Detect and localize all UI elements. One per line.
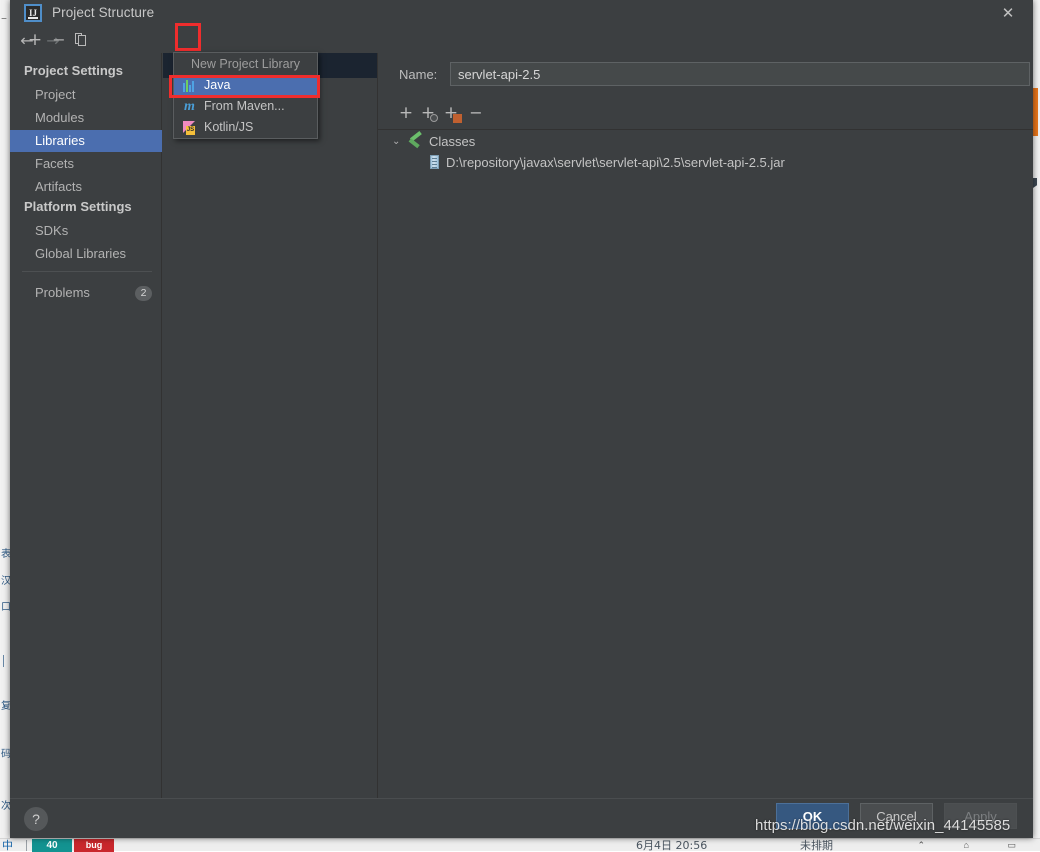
windows-taskbar: 中 40 bug 6月4日 20:56 未排期 ⌃ ⌂ ▭ (0, 838, 1040, 851)
taskbar-count-badge: 40 (32, 839, 72, 852)
sidebar-item-facets[interactable]: Facets (10, 153, 162, 175)
sidebar-item-sdks[interactable]: SDKs (10, 220, 162, 242)
dialog-button-bar: ? OK Cancel Apply https://blog.csdn.net/… (10, 798, 1033, 838)
add-path-button[interactable]: + (394, 101, 418, 125)
taskbar-bug-badge: bug (74, 839, 114, 852)
dialog-titlebar: IJ Project Structure ✕ (10, 0, 1033, 28)
library-detail-pane: Name: + + + − ⌄ Classes D:\reposito (378, 53, 1033, 798)
sidebar-item-artifacts[interactable]: Artifacts (10, 176, 162, 198)
libraries-list-panel[interactable] (163, 53, 377, 798)
intellij-logo-icon: IJ (24, 4, 42, 22)
add-library-button[interactable]: + (24, 28, 46, 52)
tree-row-classes[interactable]: ⌄ Classes (378, 131, 1033, 152)
classes-folder-icon (410, 135, 424, 148)
sidebar-item-problems-label: Problems (35, 285, 90, 300)
cancel-button[interactable]: Cancel (860, 803, 933, 829)
sidebar-group-platform-settings: Platform Settings (24, 199, 132, 214)
chevron-down-icon[interactable]: ⌄ (392, 131, 404, 152)
remove-library-button[interactable]: − (48, 28, 70, 52)
taskbar-date: 6月4日 20:56 (636, 839, 707, 852)
jar-badge-icon (453, 114, 462, 123)
project-structure-dialog: IJ Project Structure ✕ ← → + − Project S… (10, 0, 1033, 838)
help-button[interactable]: ? (24, 807, 48, 831)
toolbar-divider (378, 129, 1033, 130)
sidebar-item-modules[interactable]: Modules (10, 107, 162, 129)
globe-badge-icon (430, 114, 438, 122)
remove-path-button[interactable]: − (464, 101, 488, 125)
minimize-icon[interactable]: – (1, 11, 7, 25)
sidebar-item-libraries[interactable]: Libraries (10, 130, 162, 152)
sidebar-item-global-libraries[interactable]: Global Libraries (10, 243, 162, 265)
sidebar-item-problems[interactable]: Problems 2 (10, 282, 162, 304)
sidebar-group-project-settings: Project Settings (24, 63, 123, 78)
add-jar-button[interactable]: + (439, 101, 463, 125)
add-url-button[interactable]: + (416, 101, 440, 125)
maven-icon: m (182, 99, 197, 114)
kotlin-js-icon: JS (182, 120, 197, 135)
close-icon[interactable]: ✕ (991, 2, 1025, 26)
tree-row-jar[interactable]: D:\repository\javax\servlet\servlet-api\… (378, 152, 1033, 173)
java-icon (182, 78, 197, 93)
menu-item-kotlin-js[interactable]: JS Kotlin/JS (174, 117, 317, 138)
tree-row-classes-label: Classes (429, 131, 475, 152)
jar-file-icon (430, 155, 439, 169)
ok-button[interactable]: OK (776, 803, 849, 829)
taskbar-system-icons[interactable]: ⌃ ⌂ ▭ (918, 839, 1034, 852)
new-project-library-menu: New Project Library Java m From Maven...… (173, 52, 318, 139)
sidebar-divider (22, 271, 152, 272)
taskbar-divider (26, 840, 27, 851)
menu-item-java-label: Java (204, 78, 230, 92)
tree-row-jar-label: D:\repository\javax\servlet\servlet-api\… (446, 152, 785, 173)
problems-count-badge: 2 (135, 286, 152, 301)
menu-item-kotlin-js-label: Kotlin/JS (204, 120, 253, 134)
classes-tree: ⌄ Classes D:\repository\javax\servlet\se… (378, 131, 1033, 173)
sidebar-item-project[interactable]: Project (10, 84, 162, 106)
menu-item-from-maven[interactable]: m From Maven... (174, 96, 317, 117)
ime-indicator[interactable]: 中 (2, 839, 13, 852)
library-name-input[interactable] (450, 62, 1030, 86)
taskbar-state: 未排期 (800, 839, 833, 852)
name-label: Name: (399, 67, 437, 82)
navigation-bar: ← → + − (10, 28, 1033, 53)
menu-item-java[interactable]: Java (174, 75, 317, 96)
menu-item-from-maven-label: From Maven... (204, 99, 285, 113)
apply-button: Apply (944, 803, 1017, 829)
settings-sidebar: Project Settings Project Modules Librari… (10, 53, 162, 798)
dialog-title: Project Structure (52, 5, 154, 20)
copy-icon[interactable] (75, 33, 87, 47)
menu-header: New Project Library (174, 53, 317, 75)
